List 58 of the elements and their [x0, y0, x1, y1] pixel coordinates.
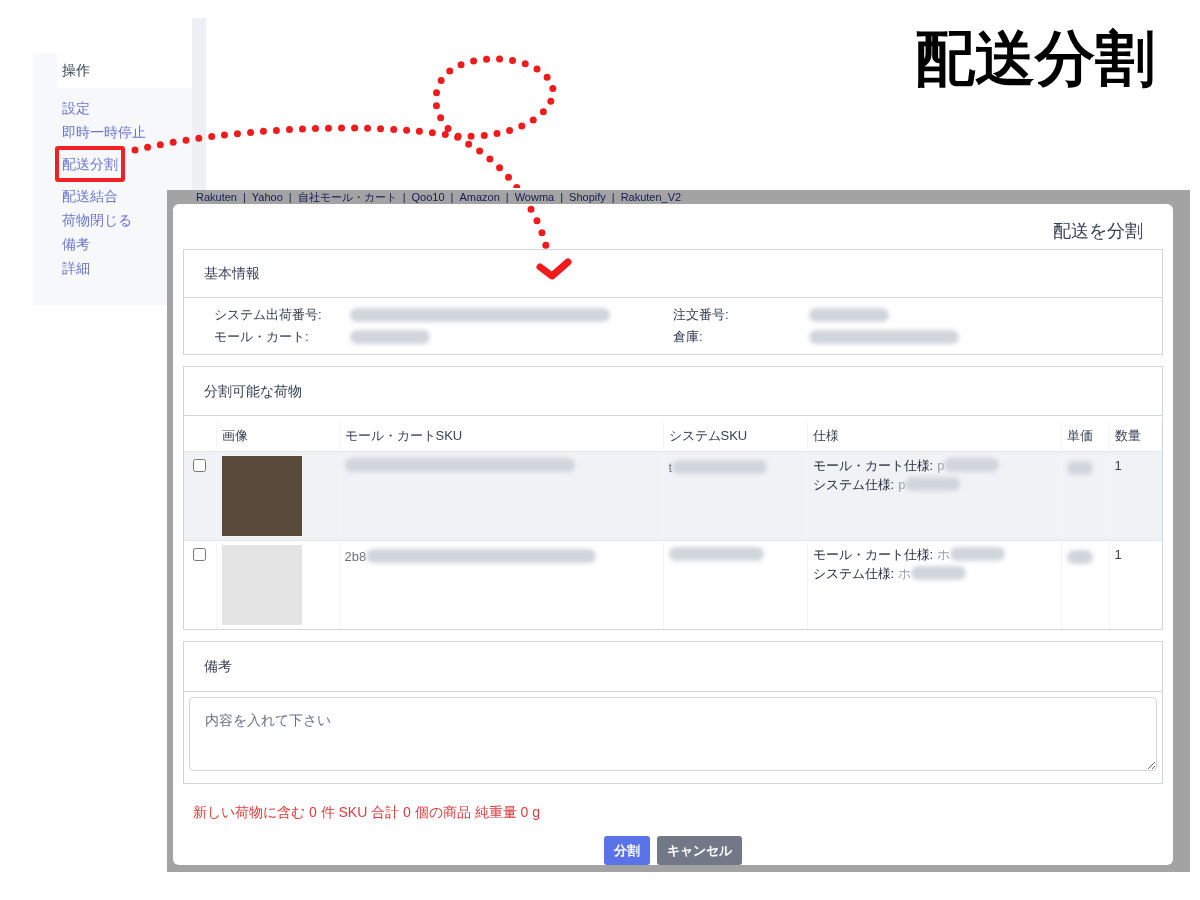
- dialog-title: 配送を分割: [1053, 220, 1143, 243]
- redacted-value: [911, 566, 967, 580]
- panel-title: 分割可能な荷物: [204, 381, 302, 401]
- spec-label: システム仕様:: [812, 475, 895, 494]
- redacted-value: [905, 477, 961, 491]
- quantity-text: 1: [1114, 457, 1122, 473]
- nav-link[interactable]: Amazon: [459, 191, 500, 203]
- split-button[interactable]: 分割: [604, 836, 650, 865]
- nav-separator: |: [505, 191, 509, 203]
- spec-label: モール・カート仕様:: [812, 545, 934, 564]
- field-label: システム出荷番号:: [214, 306, 323, 324]
- spec-value: ホ: [898, 564, 912, 583]
- nav-link[interactable]: Rakuten_V2: [620, 191, 682, 203]
- spec-label: モール・カート仕様:: [812, 456, 934, 475]
- menu-item[interactable]: 備考: [62, 234, 90, 254]
- remarks-field[interactable]: 内容を入れて下さい: [189, 697, 1157, 771]
- nav-separator: |: [611, 191, 615, 203]
- spec-value: ホ: [937, 545, 951, 564]
- menu-item[interactable]: 即時一時停止: [62, 122, 146, 142]
- menu-item[interactable]: 設定: [62, 98, 90, 118]
- sku-text: 2b8: [344, 547, 367, 566]
- panel-title: 基本情報: [204, 264, 260, 283]
- spec-label: システム仕様:: [812, 564, 895, 583]
- nav-link[interactable]: Rakuten: [196, 191, 237, 203]
- quantity-text: 1: [1114, 546, 1122, 562]
- cancel-button[interactable]: キャンセル: [657, 836, 742, 865]
- summary-text: 新しい荷物に含む 0 件 SKU 合計 0 個の商品 純重量 0 g: [193, 804, 540, 820]
- nav-separator: |: [560, 191, 564, 203]
- menu-item[interactable]: 配送結合: [62, 186, 118, 206]
- panel-title: 備考: [204, 657, 232, 676]
- menu-item[interactable]: 荷物閉じる: [62, 210, 132, 230]
- nav-separator: |: [450, 191, 454, 203]
- redacted-value: [1066, 550, 1093, 565]
- nav-link[interactable]: Yahoo: [251, 191, 283, 203]
- nav-separator: |: [288, 191, 292, 203]
- menu-item[interactable]: 配送分割: [55, 146, 125, 182]
- nav-link[interactable]: Wowma: [514, 191, 555, 203]
- table-row[interactable]: 2b8 モール・カート仕様: ホ システム仕様: ホ 1: [184, 540, 1162, 629]
- nav-link[interactable]: Shopify: [569, 191, 606, 203]
- row-checkbox[interactable]: [193, 547, 206, 561]
- menu-item[interactable]: 詳細: [62, 258, 90, 278]
- nav-separator: |: [402, 191, 406, 203]
- nav-link[interactable]: Qoo10: [411, 191, 445, 203]
- row-checkbox[interactable]: [193, 458, 206, 472]
- redacted-value: [944, 458, 1000, 472]
- spec-value: p: [898, 475, 906, 494]
- annotation-title: 配送分割: [915, 28, 1155, 88]
- field-label: 倉庫:: [673, 328, 704, 346]
- nav-separator: |: [243, 191, 246, 203]
- field-label: モール・カート:: [214, 328, 310, 346]
- nav-link[interactable]: 自社モール・カート: [297, 191, 397, 203]
- redacted-value: [1066, 461, 1093, 476]
- menu-header: 操作: [62, 61, 90, 80]
- field-label: 注文番号:: [673, 306, 730, 324]
- sku-text: t: [668, 458, 673, 477]
- spec-value: p: [937, 456, 945, 475]
- redacted-value: [950, 547, 1006, 561]
- table-row[interactable]: t モール・カート仕様: p システム仕様: p 1: [184, 451, 1162, 540]
